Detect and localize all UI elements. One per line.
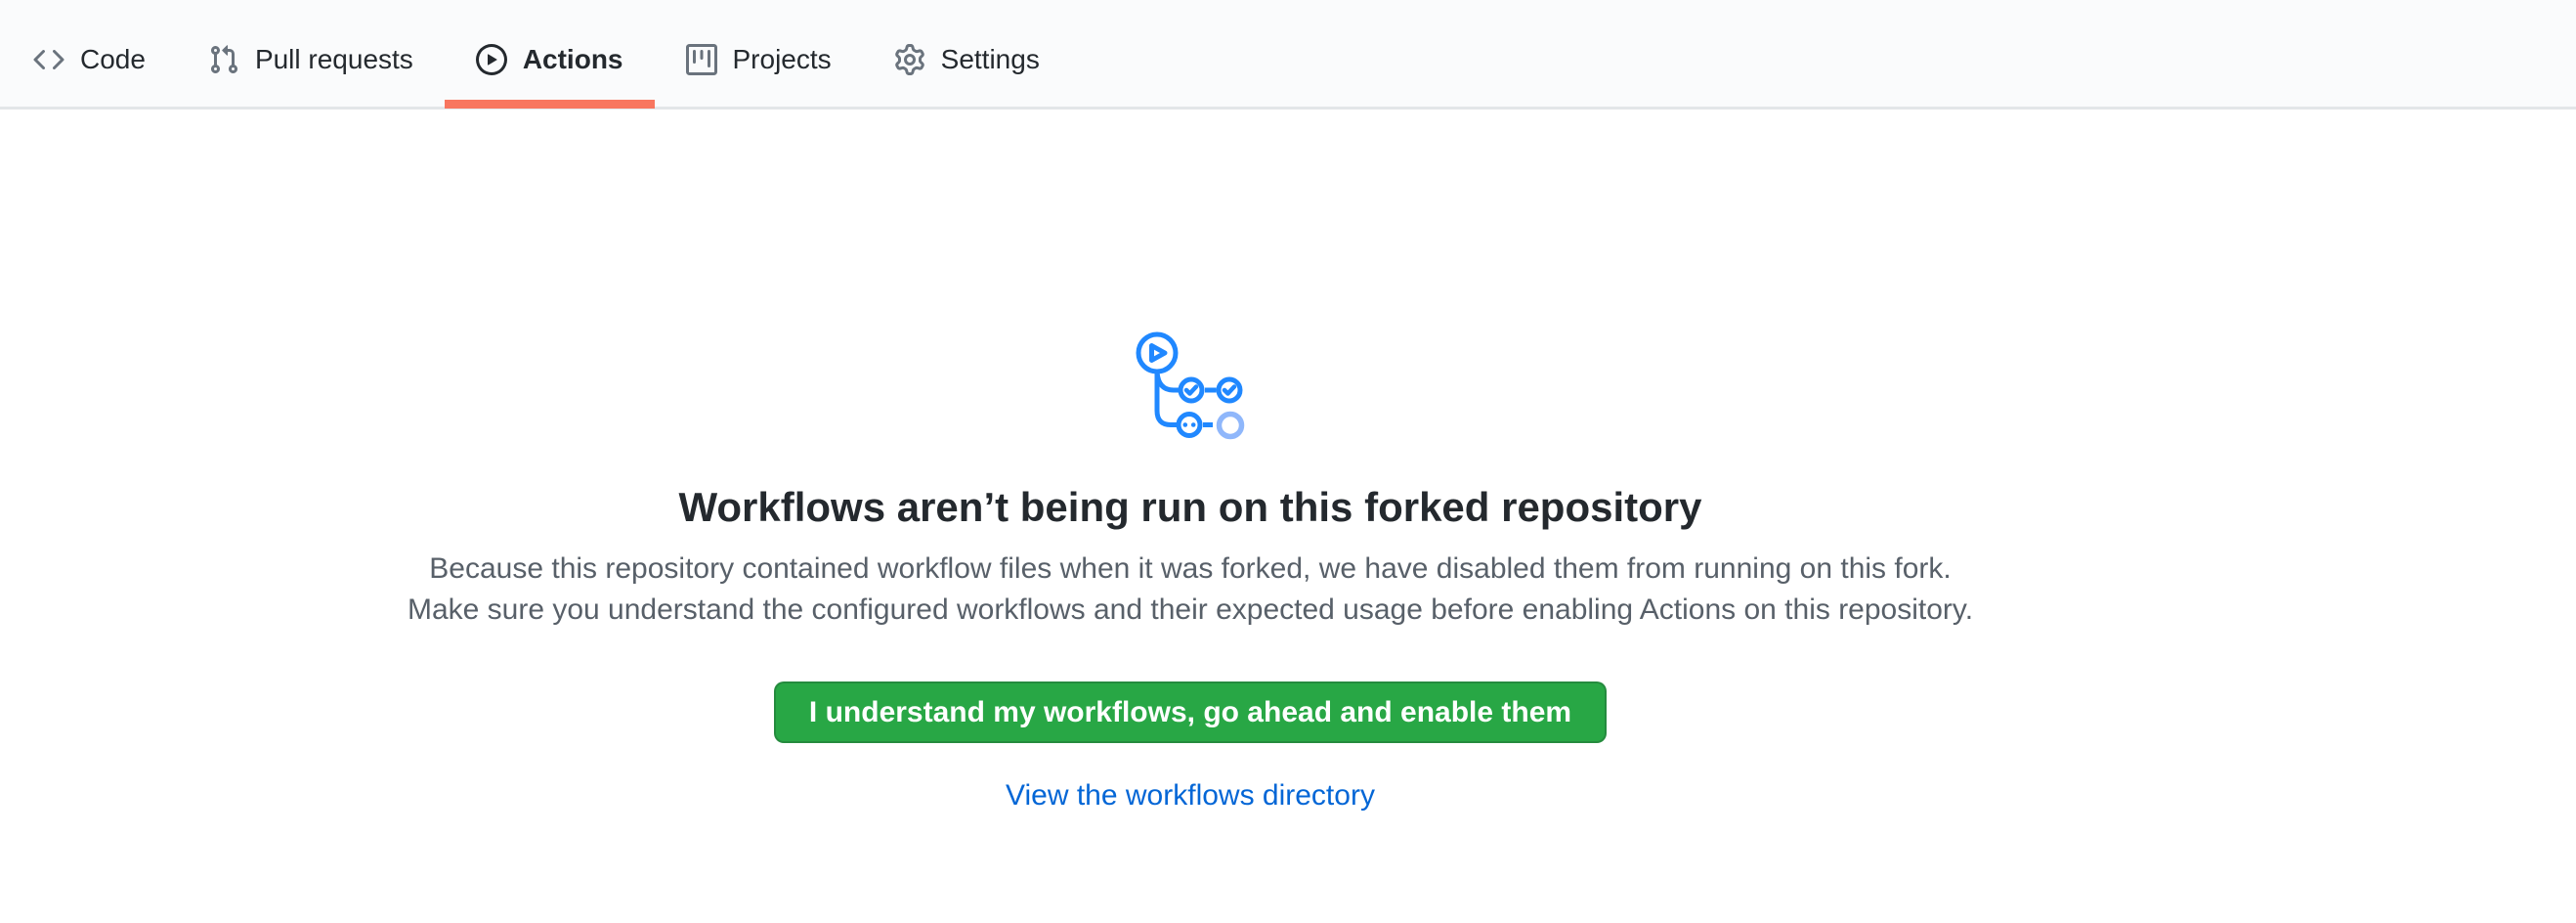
git-pull-request-icon <box>208 44 239 75</box>
blankslate-description: Because this repository contained workfl… <box>399 549 1982 631</box>
tab-settings[interactable]: Settings <box>863 12 1071 107</box>
tab-code-label: Code <box>80 46 146 73</box>
page-title: Workflows aren’t being run on this forke… <box>678 482 1701 533</box>
gear-icon <box>894 44 925 75</box>
view-workflows-directory-link[interactable]: View the workflows directory <box>1006 778 1375 813</box>
enable-workflows-button[interactable]: I understand my workflows, go ahead and … <box>774 681 1607 743</box>
tab-settings-label: Settings <box>941 46 1040 73</box>
tab-actions[interactable]: Actions <box>445 12 655 107</box>
tab-code[interactable]: Code <box>2 12 177 107</box>
tab-actions-label: Actions <box>523 46 623 73</box>
tab-projects-label: Projects <box>733 46 832 73</box>
tab-pull-requests[interactable]: Pull requests <box>177 12 445 107</box>
project-icon <box>686 44 717 75</box>
repo-tab-nav: Code Pull requests Actions Projects Sett… <box>0 0 2576 110</box>
workflow-graph-icon <box>1127 324 1254 451</box>
tab-projects[interactable]: Projects <box>655 12 863 107</box>
tab-pull-requests-label: Pull requests <box>255 46 413 73</box>
play-icon <box>476 44 507 75</box>
code-icon <box>33 44 64 75</box>
actions-disabled-blankslate: Workflows aren’t being run on this forke… <box>0 110 2381 813</box>
